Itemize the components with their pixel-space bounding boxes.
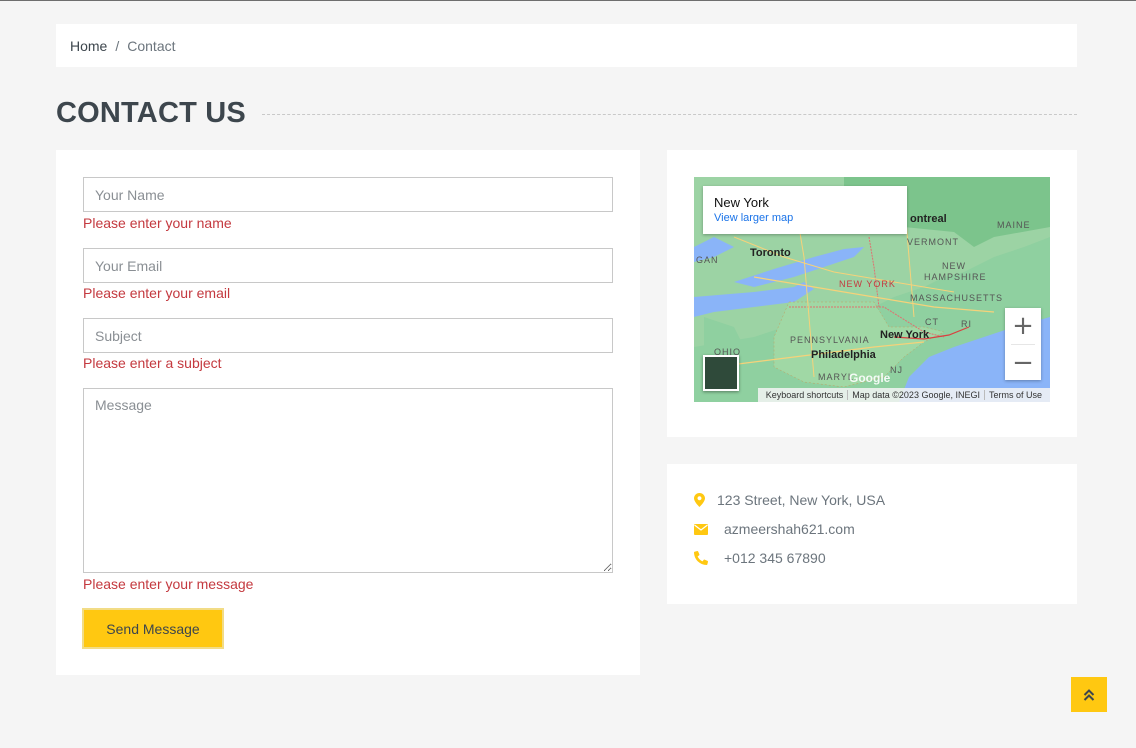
message-error: Please enter your message xyxy=(83,576,254,592)
map-label-ri: RI xyxy=(961,319,972,329)
breadcrumb-separator: / xyxy=(115,37,120,54)
breadcrumb-current: Contact xyxy=(127,37,176,54)
map-label-vermont: VERMONT xyxy=(907,237,959,247)
section-title: CONTACT US xyxy=(56,93,1077,133)
map-label-toronto: Toronto xyxy=(750,247,791,259)
email-error: Please enter your email xyxy=(83,285,231,301)
contact-form: Please enter your name Please enter your… xyxy=(56,150,640,675)
embedded-map[interactable]: Toronto ontreal MAINE VERMONT NEW HAMPSH… xyxy=(694,177,1050,402)
map-attribution: Keyboard shortcuts Map data ©2023 Google… xyxy=(757,388,1050,402)
map-marker-icon xyxy=(694,493,705,507)
satellite-toggle[interactable] xyxy=(703,355,739,391)
address-text: 123 Street, New York, USA xyxy=(717,492,886,508)
phone-icon xyxy=(694,551,708,565)
map-label-pennsylvania: PENNSYLVANIA xyxy=(790,335,870,345)
map-label-gan: GAN xyxy=(696,255,719,265)
map-data-credit: Map data ©2023 Google, INEGI xyxy=(848,390,985,400)
name-error: Please enter your name xyxy=(83,215,232,231)
map-card: Toronto ontreal MAINE VERMONT NEW HAMPSH… xyxy=(667,150,1077,437)
zoom-in-button[interactable]: + xyxy=(1005,308,1041,344)
map-label-philadelphia: Philadelphia xyxy=(811,349,876,361)
keyboard-shortcuts-link[interactable]: Keyboard shortcuts xyxy=(762,390,849,400)
address-row: 123 Street, New York, USA xyxy=(694,492,885,508)
map-zoom-controls: + − xyxy=(1005,308,1041,380)
email-text[interactable]: azmeershah621.com xyxy=(724,521,855,537)
view-larger-map-link[interactable]: View larger map xyxy=(714,212,896,224)
map-label-new-york-state: NEW YORK xyxy=(839,279,896,289)
contact-info-card: 123 Street, New York, USA azmeershah621.… xyxy=(667,464,1077,604)
map-label-new-hampshire: NEW HAMPSHIRE xyxy=(924,261,987,282)
map-label-nj: NJ xyxy=(890,365,903,375)
email-input[interactable] xyxy=(83,248,613,283)
phone-text: +012 345 67890 xyxy=(724,550,826,566)
map-label-new-york-city: New York xyxy=(880,329,930,341)
map-label-montreal: ontreal xyxy=(910,213,947,225)
subject-input[interactable] xyxy=(83,318,613,353)
map-label-maine: MAINE xyxy=(997,220,1031,230)
phone-row: +012 345 67890 xyxy=(694,550,826,566)
name-input[interactable] xyxy=(83,177,613,212)
subject-error: Please enter a subject xyxy=(83,355,222,371)
terms-of-use-link[interactable]: Terms of Use xyxy=(985,390,1046,400)
google-logo: Google xyxy=(849,371,891,385)
page-title: CONTACT US xyxy=(56,96,246,129)
email-row: azmeershah621.com xyxy=(694,521,855,537)
zoom-out-button[interactable]: − xyxy=(1005,345,1041,381)
map-label-ct: CT xyxy=(925,317,939,327)
map-info-box: New York View larger map xyxy=(703,186,907,234)
breadcrumb-home-link[interactable]: Home xyxy=(70,38,107,54)
breadcrumb: Home / Contact xyxy=(56,24,1077,67)
double-chevron-up-icon xyxy=(1083,688,1095,701)
send-message-button[interactable]: Send Message xyxy=(82,608,224,649)
map-place-name: New York xyxy=(714,195,769,210)
title-divider xyxy=(261,113,1077,115)
map-label-massachusetts: MASSACHUSETTS xyxy=(910,293,1004,303)
message-textarea[interactable] xyxy=(83,388,613,573)
envelope-icon xyxy=(694,523,708,535)
back-to-top-button[interactable] xyxy=(1071,677,1107,712)
